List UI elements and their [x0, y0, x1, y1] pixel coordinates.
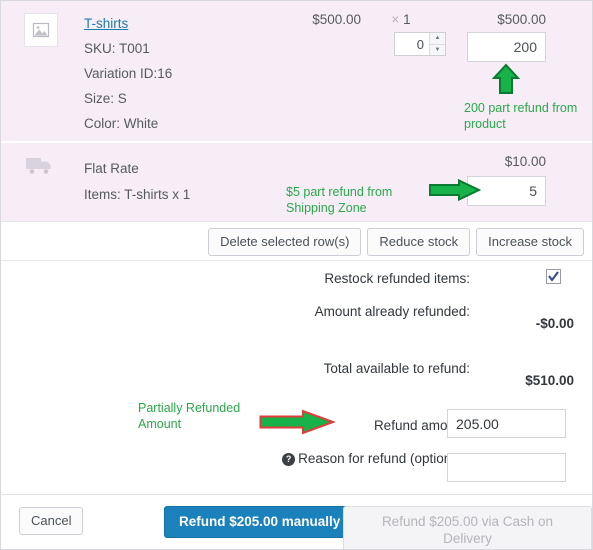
- reason-label: ? Reason for refund (optional):: [240, 447, 470, 470]
- product-color: Color: White: [84, 116, 159, 131]
- reason-label-text: Reason for refund (optional):: [298, 451, 470, 466]
- shipping-method: Flat Rate: [84, 161, 139, 176]
- annotation-refund-amount: Partially Refunded Amount: [138, 401, 241, 431]
- shipping-info: Flat Rate Items: T-shirts x 1: [84, 156, 190, 208]
- reduce-stock-button[interactable]: Reduce stock: [367, 228, 471, 256]
- product-name-line: T-shirts: [84, 11, 284, 36]
- multiply-sign: ×: [391, 12, 400, 27]
- product-variation-id: Variation ID:16: [84, 66, 173, 81]
- stepper-down-icon[interactable]: ▼: [430, 45, 445, 56]
- refund-panel: T-shirts SKU: T001 Variation ID:16 Size:…: [0, 0, 593, 550]
- help-icon[interactable]: ?: [282, 453, 296, 466]
- restock-checkbox[interactable]: [546, 269, 561, 284]
- cancel-button[interactable]: Cancel: [19, 507, 84, 535]
- annotation-arrow-right-shipping: [429, 178, 482, 202]
- stepper-buttons[interactable]: ▲ ▼: [429, 33, 445, 55]
- total-available-label: Total available to refund:: [323, 361, 470, 376]
- increase-stock-button[interactable]: Increase stock: [476, 228, 584, 256]
- truck-icon: [25, 155, 55, 177]
- image-placeholder-icon: [32, 21, 50, 39]
- shipping-items: Items: T-shirts x 1: [84, 187, 191, 202]
- annotation-shipping-refund: $5 part refund from Shipping Zone: [286, 185, 393, 215]
- product-unit-total: $500.00: [312, 12, 361, 27]
- already-refunded-value: -$0.00: [535, 316, 574, 331]
- order-item-row-product: T-shirts SKU: T001 Variation ID:16 Size:…: [1, 1, 592, 141]
- delete-selected-rows-button[interactable]: Delete selected row(s): [208, 228, 362, 256]
- reason-for-refund-input[interactable]: [447, 453, 566, 482]
- restock-label: Restock refunded items:: [324, 271, 470, 286]
- already-refunded-label: Amount already refunded:: [314, 304, 470, 319]
- refund-via-gateway-button: Refund $205.00 via Cash on Delivery: [343, 506, 592, 549]
- shipping-total: $10.00: [504, 154, 546, 169]
- refund-manually-button[interactable]: Refund $205.00 manually: [164, 506, 356, 538]
- check-icon: [548, 271, 559, 282]
- annotation-arrow-up-product: [488, 63, 524, 95]
- footer-bar: Cancel Refund $205.00 manually Refund $2…: [1, 494, 592, 549]
- product-size: Size: S: [84, 91, 127, 106]
- refund-quantity-stepper[interactable]: 0 ▲ ▼: [394, 32, 446, 56]
- stock-buttons-group: Delete selected row(s) Reduce stock Incr…: [208, 228, 584, 256]
- annotation-product-refund: 200 part refund from product: [464, 101, 578, 131]
- product-quantity: × 1: [376, 12, 426, 27]
- product-name-link[interactable]: T-shirts: [84, 14, 128, 34]
- total-available-value: $510.00: [525, 373, 574, 388]
- stock-actions-bar: Delete selected row(s) Reduce stock Incr…: [1, 221, 592, 260]
- product-thumbnail[interactable]: [24, 13, 58, 47]
- product-sku: SKU: T001: [84, 41, 150, 56]
- stepper-up-icon[interactable]: ▲: [430, 33, 445, 45]
- refund-quantity-value[interactable]: 0: [395, 37, 429, 52]
- product-refund-amount-input[interactable]: 200: [467, 32, 546, 62]
- annotation-arrow-right-refund-amount: [259, 409, 336, 435]
- product-info: T-shirts SKU: T001 Variation ID:16 Size:…: [84, 11, 284, 136]
- product-line-total: $500.00: [497, 12, 546, 27]
- refund-amount-input[interactable]: [447, 409, 566, 438]
- product-quantity-value: 1: [403, 12, 411, 27]
